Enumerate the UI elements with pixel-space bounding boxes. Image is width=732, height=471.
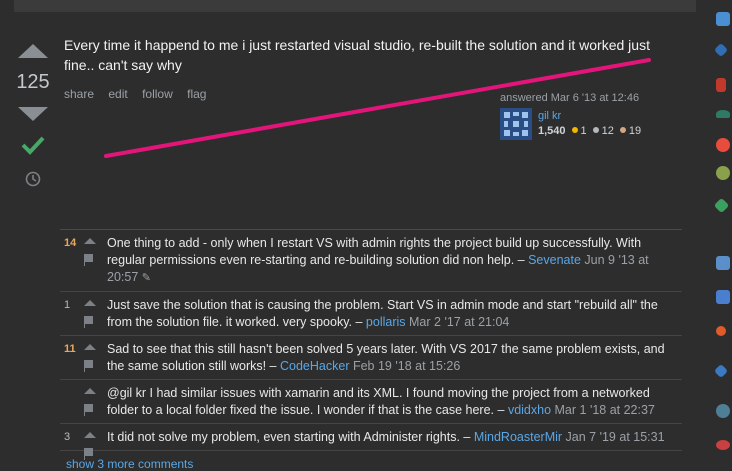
comment-date[interactable]: Feb 19 '18 at 15:26 <box>353 359 460 373</box>
comment-flag-icon[interactable] <box>84 316 93 328</box>
comment-date[interactable]: Jan 7 '19 at 15:31 <box>566 430 665 444</box>
comment-date[interactable]: Mar 1 '18 at 22:37 <box>555 403 655 417</box>
comment-flag-icon[interactable] <box>84 448 93 460</box>
comment-upvote-icon[interactable] <box>84 238 96 244</box>
comment-score: 3 <box>64 431 71 443</box>
comment-user[interactable]: vdidxho <box>508 403 551 417</box>
comment-score: 14 <box>64 237 77 249</box>
comment-score: 1 <box>64 299 71 311</box>
comment-flag-icon[interactable] <box>84 404 93 416</box>
comment-text: It did not solve my problem, even starti… <box>107 430 471 444</box>
comment-upvote-icon[interactable] <box>84 388 96 394</box>
pencil-icon[interactable]: ✎ <box>142 272 151 284</box>
comment-upvote-icon[interactable] <box>84 300 96 306</box>
comment: 11 Sad to see that this still hasn't bee… <box>60 336 682 380</box>
comments-list: 14 One thing to add - only when I restar… <box>60 229 682 460</box>
comment-upvote-icon[interactable] <box>84 344 96 350</box>
comment-user[interactable]: Sevenate <box>528 253 581 267</box>
comment-flag-icon[interactable] <box>84 360 93 372</box>
comment-user[interactable]: pollaris <box>366 315 406 329</box>
comment: 3 It did not solve my problem, even star… <box>60 424 682 460</box>
comment-date[interactable]: Mar 2 '17 at 21:04 <box>409 315 509 329</box>
comment: 1 Just save the solution that is causing… <box>60 292 682 336</box>
comment-upvote-icon[interactable] <box>84 432 96 438</box>
comment-flag-icon[interactable] <box>84 254 93 266</box>
show-more-comments-link[interactable]: show 3 more comments <box>66 457 193 471</box>
comment-score: 11 <box>64 343 76 355</box>
comment: @gil kr I had similar issues with xamari… <box>60 380 682 424</box>
comment-user[interactable]: CodeHacker <box>280 359 349 373</box>
comment: 14 One thing to add - only when I restar… <box>60 230 682 292</box>
comment-user[interactable]: MindRoasterMir <box>474 430 562 444</box>
